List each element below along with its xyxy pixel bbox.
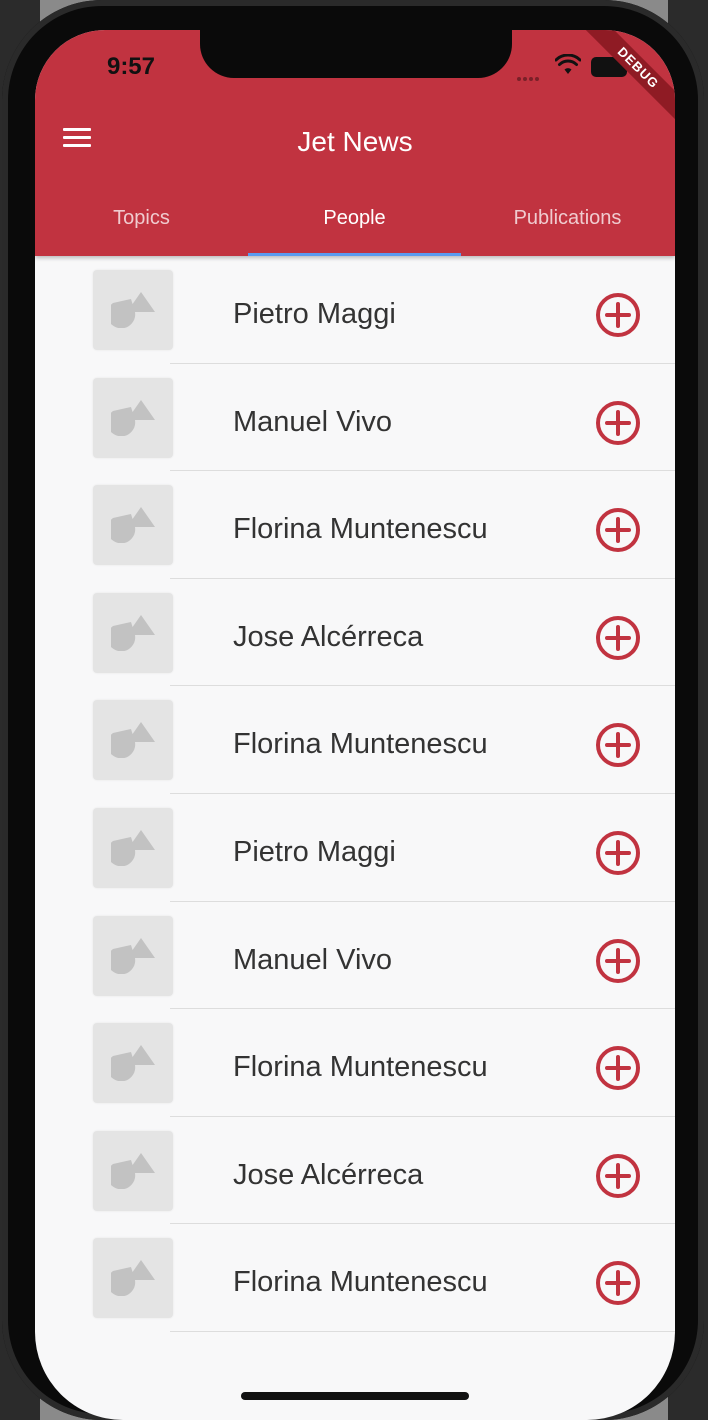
image-placeholder-icon xyxy=(111,507,155,544)
list-item[interactable]: Jose Alcérreca xyxy=(35,1117,675,1225)
tab-bar: Topics People Publications xyxy=(35,198,675,256)
follow-button[interactable] xyxy=(595,722,641,768)
tab-publications[interactable]: Publications xyxy=(461,198,674,256)
tab-people[interactable]: People xyxy=(248,198,461,256)
device-notch xyxy=(200,30,512,78)
image-placeholder-icon xyxy=(111,614,155,651)
list-item[interactable]: Pietro Maggi xyxy=(35,794,675,902)
list-item[interactable]: Florina Muntenescu xyxy=(35,686,675,794)
follow-button[interactable] xyxy=(595,1260,641,1306)
list-item[interactable]: Florina Muntenescu xyxy=(35,1009,675,1117)
follow-button[interactable] xyxy=(595,1045,641,1091)
person-name: Manuel Vivo xyxy=(233,943,393,976)
image-placeholder-icon xyxy=(111,722,155,759)
follow-button[interactable] xyxy=(595,938,641,984)
person-name: Florina Muntenescu xyxy=(233,1051,488,1084)
image-placeholder-icon xyxy=(111,1045,155,1082)
person-name: Florina Muntenescu xyxy=(233,513,488,546)
tab-topics[interactable]: Topics xyxy=(35,198,248,256)
follow-button[interactable] xyxy=(595,1153,641,1199)
person-thumbnail xyxy=(93,1238,173,1319)
person-thumbnail xyxy=(93,377,173,458)
person-thumbnail xyxy=(93,1130,173,1211)
person-thumbnail xyxy=(93,700,173,781)
follow-button[interactable] xyxy=(595,400,641,446)
person-thumbnail xyxy=(93,270,173,350)
wifi-icon xyxy=(555,54,581,74)
list-item[interactable]: Florina Muntenescu xyxy=(35,1224,675,1332)
image-placeholder-icon xyxy=(111,1260,155,1297)
person-name: Manuel Vivo xyxy=(233,405,393,438)
person-name: Pietro Maggi xyxy=(233,835,396,868)
follow-button[interactable] xyxy=(595,507,641,553)
image-placeholder-icon xyxy=(111,292,155,328)
person-thumbnail xyxy=(93,485,173,566)
follow-button[interactable] xyxy=(595,292,641,338)
list-item[interactable]: Manuel Vivo xyxy=(35,364,675,472)
follow-button[interactable] xyxy=(595,615,641,661)
person-thumbnail xyxy=(93,592,173,673)
status-time: 9:57 xyxy=(106,53,156,80)
list-item[interactable]: Jose Alcérreca xyxy=(35,579,675,687)
image-placeholder-icon xyxy=(111,399,155,436)
person-name: Jose Alcérreca xyxy=(233,620,424,653)
image-placeholder-icon xyxy=(111,937,155,974)
list-item[interactable]: Manuel Vivo xyxy=(35,902,675,1010)
person-name: Pietro Maggi xyxy=(233,298,396,330)
signal-icon xyxy=(517,68,547,81)
image-placeholder-icon xyxy=(111,829,155,866)
people-list: Pietro Maggi Manuel Vivo Florina Muntene… xyxy=(35,256,675,1332)
person-thumbnail xyxy=(93,807,173,888)
list-item[interactable]: Florina Muntenescu xyxy=(35,471,675,579)
phone-frame: 9:57 Jet News Topics People Publications… xyxy=(2,0,704,1420)
app-title: Jet News xyxy=(297,126,413,157)
tab-indicator xyxy=(248,253,461,256)
app-screen: 9:57 Jet News Topics People Publications… xyxy=(35,30,675,1420)
person-name: Florina Muntenescu xyxy=(233,1266,488,1299)
follow-button[interactable] xyxy=(595,830,641,876)
person-name: Florina Muntenescu xyxy=(233,728,488,761)
person-thumbnail xyxy=(93,915,173,996)
person-name: Jose Alcérreca xyxy=(233,1158,424,1191)
image-placeholder-icon xyxy=(111,1152,155,1189)
list-item[interactable]: Pietro Maggi xyxy=(35,256,675,364)
row-divider xyxy=(170,1330,675,1332)
person-thumbnail xyxy=(93,1023,173,1104)
home-indicator[interactable] xyxy=(241,1392,469,1400)
